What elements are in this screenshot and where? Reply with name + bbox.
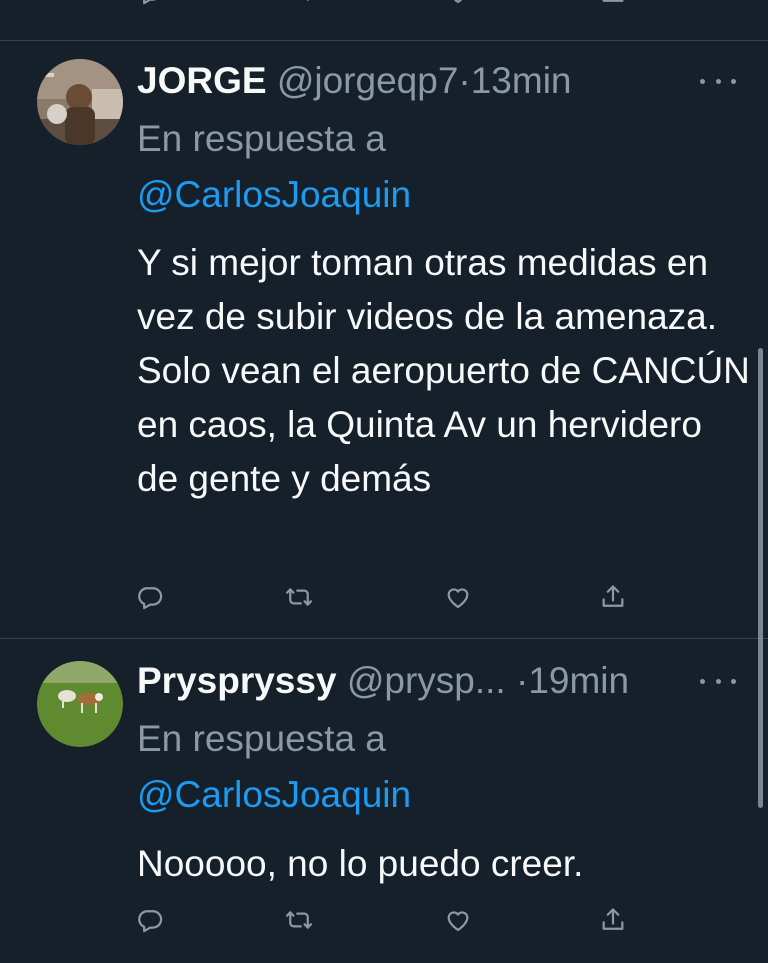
share-icon[interactable]: [597, 0, 629, 8]
tweet[interactable]: Pryspryssy @prysp... ·19min En respuesta…: [0, 639, 768, 963]
tweet-time[interactable]: 19min: [528, 660, 629, 701]
author-handle[interactable]: @jorgeqp7: [277, 60, 459, 101]
like-icon[interactable]: [442, 0, 474, 8]
reply-icon[interactable]: [134, 0, 166, 8]
like-icon[interactable]: [442, 581, 474, 613]
previous-tweet-actions: [0, 0, 768, 16]
avatar[interactable]: [37, 59, 123, 145]
reply-context-label: En respuesta a: [137, 118, 386, 159]
tweet-actions: [0, 904, 768, 944]
tweet-header: JORGE @jorgeqp7·13min: [137, 59, 572, 103]
retweet-icon[interactable]: [283, 0, 315, 8]
reply-icon[interactable]: [134, 904, 166, 936]
avatar[interactable]: [37, 661, 123, 747]
reply-icon[interactable]: [134, 581, 166, 613]
reply-context-label: En respuesta a: [137, 718, 386, 759]
tweet-actions: [0, 581, 768, 621]
tweet[interactable]: JORGE @jorgeqp7·13min En respuesta a @Ca…: [0, 41, 768, 638]
retweet-icon[interactable]: [283, 581, 315, 613]
more-icon[interactable]: [700, 671, 736, 691]
tweet-header: Pryspryssy @prysp... ·19min: [137, 659, 629, 703]
share-icon[interactable]: [597, 581, 629, 613]
author-name[interactable]: Pryspryssy: [137, 660, 337, 701]
tweet-text: Nooooo, no lo puedo creer.: [137, 843, 584, 884]
separator-dot: ·: [516, 660, 529, 701]
retweet-icon[interactable]: [283, 904, 315, 936]
tweet-time[interactable]: 13min: [471, 60, 572, 101]
author-name[interactable]: JORGE: [137, 60, 267, 101]
author-handle[interactable]: @prysp...: [347, 660, 506, 701]
share-icon[interactable]: [597, 904, 629, 936]
tweet-text: Y si mejor toman otras medidas en vez de…: [137, 242, 750, 499]
reply-mention-link[interactable]: @CarlosJoaquin: [137, 173, 411, 217]
like-icon[interactable]: [442, 904, 474, 936]
reply-mention-link[interactable]: @CarlosJoaquin: [137, 773, 411, 817]
more-icon[interactable]: [700, 71, 736, 91]
scrollbar[interactable]: [758, 348, 763, 808]
separator-dot: ·: [458, 60, 471, 101]
